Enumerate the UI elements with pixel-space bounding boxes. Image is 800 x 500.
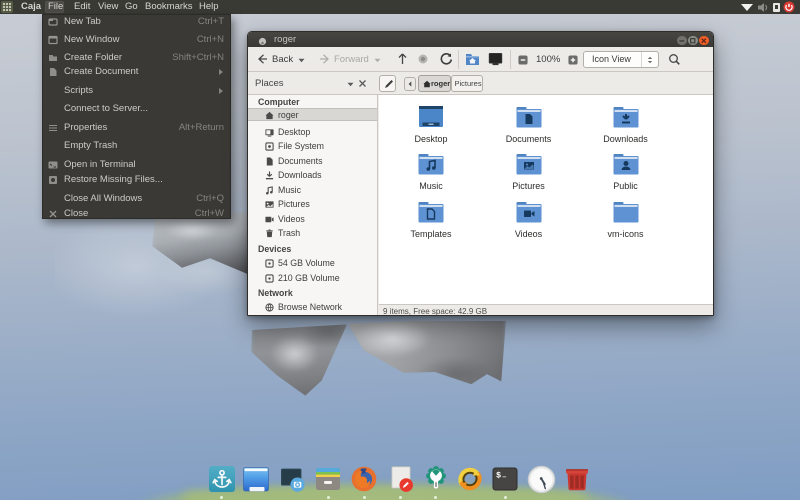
svg-text:$: $ [496,471,501,481]
